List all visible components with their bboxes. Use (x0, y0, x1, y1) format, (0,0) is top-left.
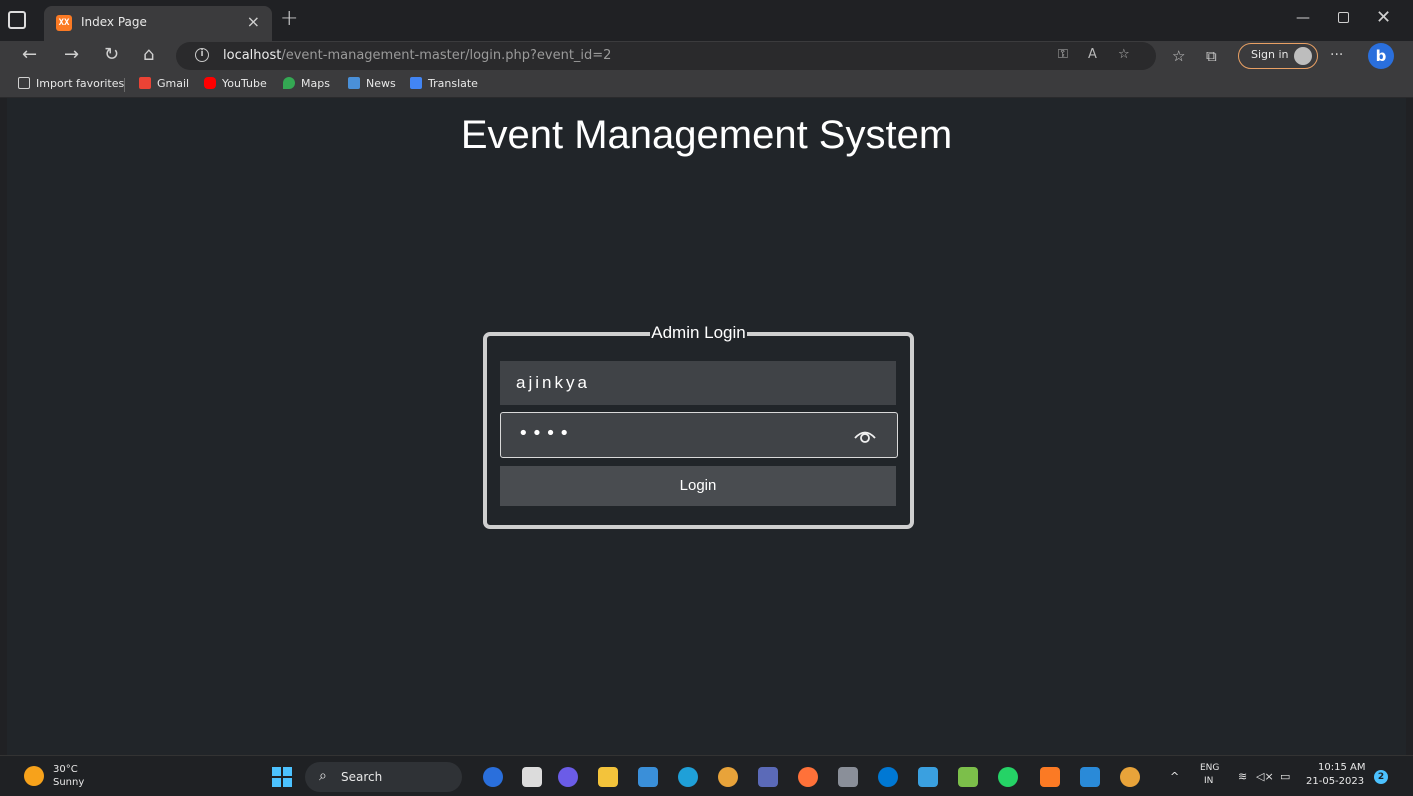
home-icon[interactable]: ⌂ (143, 44, 154, 65)
fav-maps[interactable]: Maps (283, 77, 330, 90)
xampp-favicon-icon: XX (56, 15, 72, 31)
show-hidden-icons-icon[interactable]: ^ (1170, 770, 1179, 783)
wifi-icon[interactable]: ≋ (1238, 770, 1247, 783)
notepad-icon[interactable] (918, 767, 938, 787)
taskbar-search[interactable]: ⌕ Search (305, 762, 462, 792)
chrome-2-icon[interactable] (1120, 767, 1140, 787)
more-options-icon[interactable]: ··· (1330, 47, 1343, 63)
windows-start-icon[interactable] (272, 767, 292, 787)
site-info-icon[interactable]: i (195, 48, 209, 62)
youtube-icon (204, 77, 216, 89)
login-button[interactable]: Login (500, 466, 896, 506)
search-icon: ⌕ (319, 768, 327, 784)
new-tab-icon[interactable]: + (280, 6, 298, 31)
language-indicator[interactable]: ENG (1200, 763, 1219, 773)
key-icon[interactable]: ⚿ (1058, 47, 1068, 62)
restore-icon[interactable] (1338, 12, 1349, 23)
gmail-icon (139, 77, 151, 89)
add-favorite-icon[interactable]: ☆ (1118, 47, 1130, 62)
edge-icon[interactable] (678, 767, 698, 787)
task-view-icon[interactable] (522, 767, 542, 787)
fav-news[interactable]: News (348, 77, 396, 90)
username-input[interactable]: ajinkya (500, 361, 896, 405)
browser-toolbar: ← → ↻ ⌂ i localhost/event-management-mas… (0, 41, 1413, 72)
bing-icon[interactable]: b (1368, 43, 1394, 69)
file-explorer-icon[interactable] (598, 767, 618, 787)
maps-icon (283, 77, 295, 89)
weather-temperature[interactable]: 30°C (53, 764, 78, 775)
admin-login-fieldset: Admin Login ajinkya •••• Login (483, 322, 914, 529)
minimize-icon[interactable]: — (1296, 10, 1310, 26)
collections-icon[interactable]: ⧉ (1206, 47, 1217, 65)
password-input[interactable]: •••• (500, 412, 898, 458)
favorites-bar: Import favorites Gmail YouTube Maps News… (0, 72, 1413, 98)
sun-icon[interactable] (24, 766, 44, 786)
fav-translate[interactable]: Translate (410, 77, 478, 90)
windows-taskbar: 30°C Sunny ⌕ Search ^ ENG IN ≋ ◁× ▭ 10:1… (0, 755, 1413, 796)
import-icon (18, 77, 30, 89)
show-password-icon[interactable] (853, 426, 877, 444)
admin-login-legend: Admin Login (650, 322, 747, 344)
close-window-icon[interactable]: ✕ (1376, 7, 1391, 28)
forward-icon[interactable]: → (64, 44, 79, 65)
page-title: Event Management System (460, 113, 953, 157)
translate-icon (410, 77, 422, 89)
page-content: Event Management System Admin Login ajin… (7, 98, 1406, 755)
vscode-icon[interactable] (1080, 767, 1100, 787)
clock-time[interactable]: 10:15 AM (1318, 762, 1365, 773)
firefox-icon[interactable] (798, 767, 818, 787)
chrome-icon[interactable] (718, 767, 738, 787)
tab-title: Index Page (81, 15, 147, 29)
fav-import-favorites[interactable]: Import favorites (18, 77, 124, 90)
camera-icon[interactable] (838, 767, 858, 787)
news-icon (348, 77, 360, 89)
read-aloud-icon[interactable]: A (1088, 47, 1097, 62)
tab-index-page[interactable]: XX Index Page × (44, 6, 272, 41)
browser-tab-bar: XX Index Page × + — ✕ (0, 0, 1413, 41)
skype-icon[interactable] (878, 767, 898, 787)
fav-youtube[interactable]: YouTube (204, 77, 267, 90)
favorites-separator (124, 78, 125, 92)
back-icon[interactable]: ← (22, 44, 37, 65)
mail-icon[interactable] (638, 767, 658, 787)
refresh-icon[interactable]: ↻ (104, 44, 119, 65)
paint-icon[interactable] (958, 767, 978, 787)
tab-actions-icon[interactable] (8, 11, 26, 29)
password-value: •••• (518, 423, 573, 444)
url-text[interactable]: localhost/event-management-master/login.… (223, 48, 611, 63)
close-tab-icon[interactable]: × (247, 12, 260, 31)
word-icon[interactable] (758, 767, 778, 787)
language-region[interactable]: IN (1204, 776, 1213, 786)
battery-icon[interactable]: ▭ (1280, 770, 1290, 783)
fav-gmail[interactable]: Gmail (139, 77, 189, 90)
sign-in-button[interactable]: Sign in (1238, 43, 1318, 69)
bing-taskbar-icon[interactable] (483, 767, 503, 787)
xampp-icon[interactable] (1040, 767, 1060, 787)
address-bar[interactable]: i localhost/event-management-master/logi… (176, 42, 1156, 70)
avatar-icon (1294, 47, 1312, 65)
weather-condition[interactable]: Sunny (53, 777, 84, 788)
clock-date[interactable]: 21-05-2023 (1306, 776, 1364, 787)
notification-badge[interactable]: 2 (1374, 770, 1388, 784)
volume-icon[interactable]: ◁× (1256, 770, 1274, 783)
whatsapp-icon[interactable] (998, 767, 1018, 787)
teams-chat-icon[interactable] (558, 767, 578, 787)
favorites-icon[interactable]: ☆ (1172, 47, 1185, 65)
